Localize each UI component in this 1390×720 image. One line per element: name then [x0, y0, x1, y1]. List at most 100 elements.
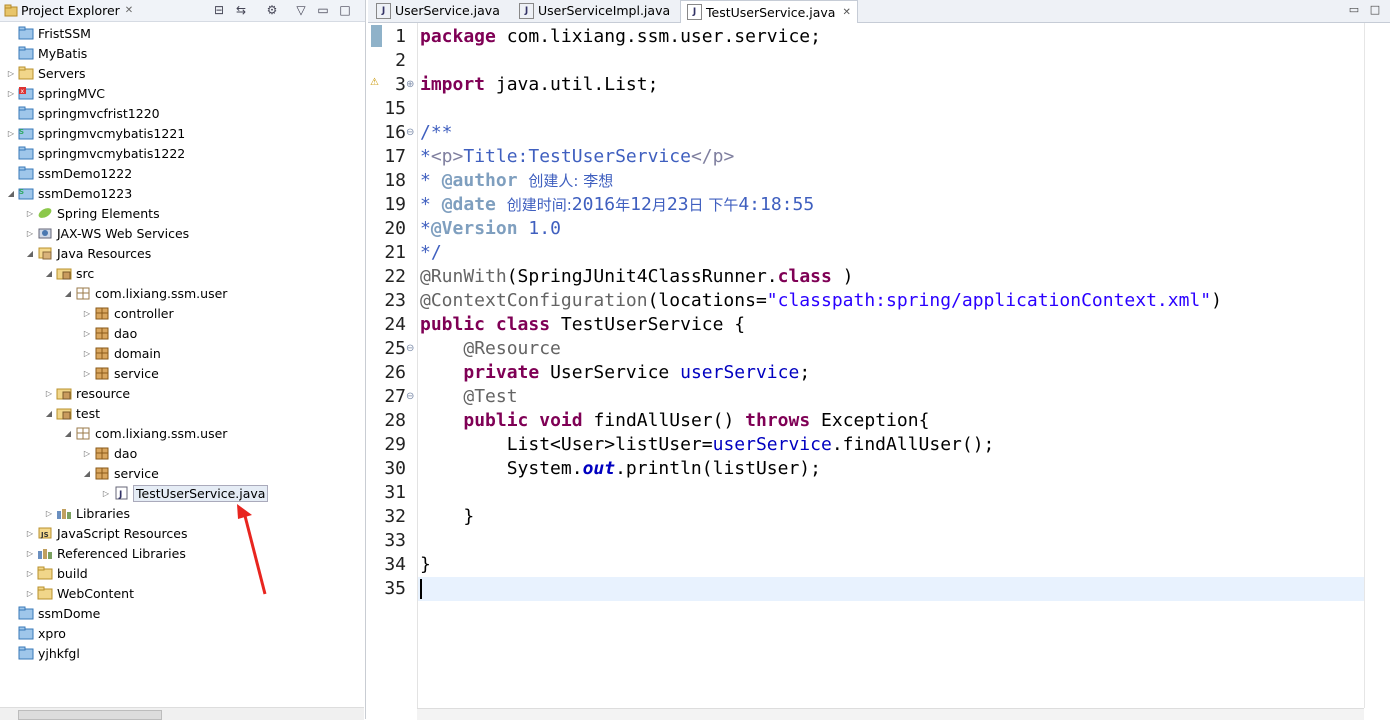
collapsed-arrow-icon[interactable]: ▷ [44, 389, 54, 398]
tree-item[interactable]: ▷ Spring Elements [25, 203, 160, 223]
tab-userserviceimpl[interactable]: J UserServiceImpl.java [513, 0, 676, 21]
collapsed-arrow-icon[interactable]: ▷ [25, 549, 35, 558]
line-number: 18 [384, 170, 406, 191]
line-number: 26 [384, 362, 406, 383]
expanded-arrow-icon[interactable]: ◢ [44, 269, 54, 278]
tree-item[interactable]: ◢ test [44, 403, 100, 423]
collapse-fold-icon[interactable]: ⊖ [406, 337, 414, 361]
collapsed-arrow-icon[interactable]: ▷ [44, 509, 54, 518]
expanded-arrow-icon[interactable]: ◢ [6, 189, 16, 198]
collapsed-arrow-icon[interactable]: ▷ [101, 489, 111, 498]
tab-testuserservice[interactable]: J TestUserService.java ✕ [680, 0, 858, 23]
tab-label: UserServiceImpl.java [538, 3, 671, 18]
collapsed-arrow-icon[interactable]: ▷ [25, 589, 35, 598]
tree-item[interactable]: ▷ build [25, 563, 88, 583]
tree-item[interactable]: ◢ com.lixiang.ssm.user [63, 283, 228, 303]
tree-item[interactable]: ▷ JAX-WS Web Services [25, 223, 189, 243]
collapsed-arrow-icon[interactable]: ▷ [82, 349, 92, 358]
tree-item[interactable]: ssmDome [6, 603, 100, 623]
line-number: 17 [384, 146, 406, 167]
line-number: 32 [384, 506, 406, 527]
expanded-arrow-icon[interactable]: ◢ [63, 289, 73, 298]
tree-item[interactable]: ▷ Referenced Libraries [25, 543, 186, 563]
collapsed-arrow-icon[interactable]: ▷ [82, 309, 92, 318]
tree-item[interactable]: ▷ resource [44, 383, 130, 403]
collapsed-arrow-icon[interactable]: ▷ [82, 449, 92, 458]
project-explorer-tab[interactable]: Project Explorer ✕ [0, 0, 137, 21]
code-token: @author [441, 170, 518, 191]
expanded-arrow-icon[interactable]: ◢ [25, 249, 35, 258]
close-icon[interactable]: ✕ [125, 5, 133, 16]
collapsed-arrow-icon[interactable]: ▷ [6, 129, 16, 138]
tree-item[interactable]: ▷ WebContent [25, 583, 134, 603]
tree-item[interactable]: springmvcmybatis1222 [6, 143, 185, 163]
tree-item[interactable]: ▷ Sspringmvcmybatis1221 [6, 123, 185, 143]
tree-item[interactable]: ◢ service [82, 463, 159, 483]
tree-item[interactable]: ▷ controller [82, 303, 174, 323]
minimize-icon[interactable]: ▭ [315, 2, 331, 18]
maximize-icon[interactable]: □ [1368, 3, 1382, 17]
expand-fold-icon[interactable]: ⊕ [406, 73, 414, 97]
code-token: @Test [463, 386, 518, 407]
code-token: System. [420, 458, 583, 479]
link-with-editor-icon[interactable]: ⇆ [233, 2, 249, 18]
tab-userservice[interactable]: J UserService.java [370, 0, 506, 21]
expanded-arrow-icon[interactable]: ◢ [63, 429, 73, 438]
collapse-all-icon[interactable]: ⊟ [211, 2, 227, 18]
collapsed-arrow-icon[interactable]: ▷ [6, 69, 16, 78]
expanded-arrow-icon[interactable]: ◢ [82, 469, 92, 478]
line-number: 31 [384, 482, 406, 503]
collapsed-arrow-icon[interactable]: ▷ [25, 209, 35, 218]
collapse-fold-icon[interactable]: ⊖ [406, 121, 414, 145]
code-line: public void findAllUser() throws Excepti… [420, 409, 929, 433]
line-number: 33 [384, 530, 406, 551]
collapsed-arrow-icon[interactable]: ▷ [25, 229, 35, 238]
editor-horizontal-scrollbar[interactable] [417, 708, 1364, 720]
collapsed-arrow-icon[interactable]: ▷ [82, 329, 92, 338]
code-token: findAllUser() [593, 410, 746, 431]
tree-item[interactable]: ◢ SssmDemo1223 [6, 183, 132, 203]
tree-item[interactable]: yjhkfgl [6, 643, 80, 663]
tree-item[interactable]: xpro [6, 623, 66, 643]
explorer-horizontal-scrollbar[interactable] [0, 707, 364, 720]
tree-item[interactable]: ▷ dao [82, 443, 137, 463]
tree-item[interactable]: ▷ service [82, 363, 159, 383]
tree-item[interactable]: ▷ dao [82, 323, 137, 343]
tree-item[interactable]: ◢ Java Resources [25, 243, 151, 263]
collapsed-arrow-icon[interactable]: ▷ [25, 569, 35, 578]
java-res-icon [37, 246, 53, 260]
tree-item[interactable]: ssmDemo1222 [6, 163, 132, 183]
tree-item[interactable]: ◢ com.lixiang.ssm.user [63, 423, 228, 443]
view-menu-icon[interactable]: ▽ [293, 2, 309, 18]
tree-item[interactable]: ▷ Libraries [44, 503, 130, 523]
tree-item[interactable]: MyBatis [6, 43, 87, 63]
tree-item[interactable]: ▷ Servers [6, 63, 86, 83]
view-options-icon[interactable]: ⚙ [264, 2, 280, 18]
tree-item[interactable]: FristSSM [6, 23, 91, 43]
maximize-icon[interactable]: □ [337, 2, 353, 18]
editor-vertical-scrollbar[interactable] [1364, 23, 1390, 708]
code-text-area[interactable]: package com.lixiang.ssm.user.service; imp… [417, 23, 1365, 708]
src-folder-icon [56, 266, 72, 280]
tree-item-label: test [76, 405, 101, 421]
collapsed-arrow-icon[interactable]: ▷ [25, 529, 35, 538]
code-token: 创建时间: [506, 196, 572, 214]
collapsed-arrow-icon[interactable]: ▷ [82, 369, 92, 378]
tree-item[interactable]: ▷ x springMVC [6, 83, 105, 103]
collapse-fold-icon[interactable]: ⊖ [406, 385, 414, 409]
close-tab-icon[interactable]: ✕ [842, 7, 850, 18]
code-token: private [463, 362, 540, 383]
code-token: ; [799, 362, 811, 383]
tree-item-label: dao [114, 325, 138, 341]
minimize-icon[interactable]: ▭ [1347, 3, 1361, 17]
tree-item[interactable]: ◢ src [44, 263, 94, 283]
code-line: @ContextConfiguration(locations="classpa… [420, 289, 1222, 313]
code-token: com.lixiang.ssm.user.service; [506, 26, 821, 47]
tree-item[interactable]: ▷ JS JavaScript Resources [25, 523, 188, 543]
src-folder-icon [56, 386, 72, 400]
tree-item[interactable]: ▷ domain [82, 343, 161, 363]
code-token: java.util.List; [495, 74, 659, 95]
expanded-arrow-icon[interactable]: ◢ [44, 409, 54, 418]
tree-item[interactable]: springmvcfrist1220 [6, 103, 160, 123]
collapsed-arrow-icon[interactable]: ▷ [6, 89, 16, 98]
